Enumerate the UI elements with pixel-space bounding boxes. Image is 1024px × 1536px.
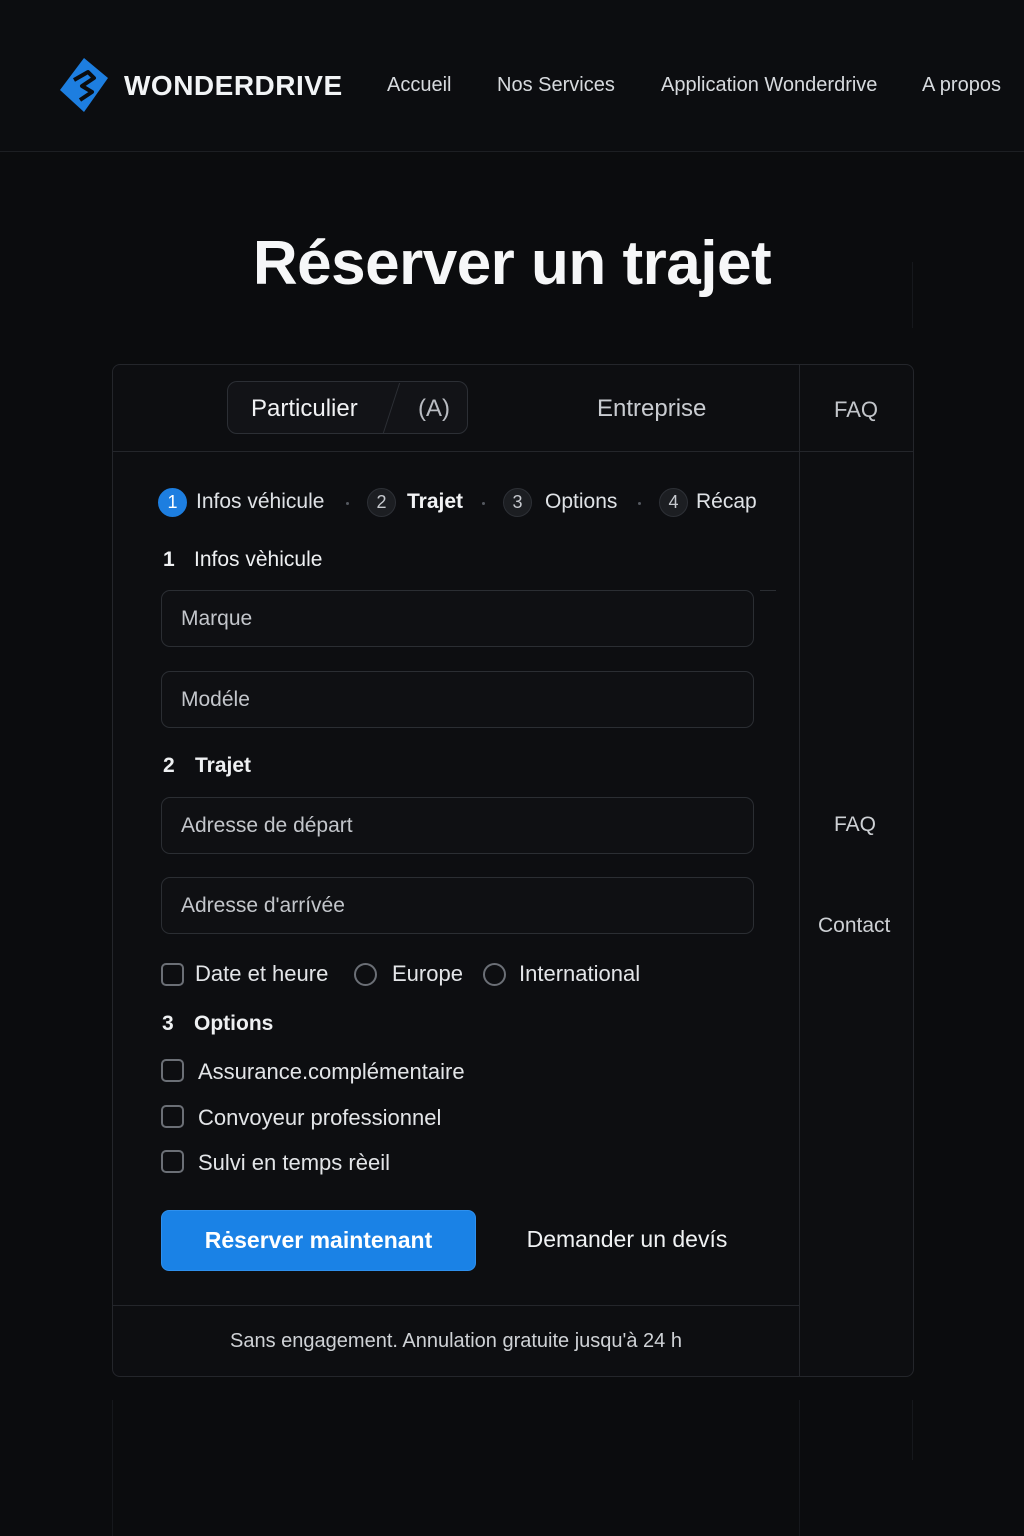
page-title: Réserver un trajet: [252, 229, 772, 298]
realtime-tracking-label[interactable]: Sulvi en temps rèeil: [198, 1150, 390, 1176]
decorative-line: [912, 262, 913, 328]
step-3-label[interactable]: Options: [545, 490, 617, 514]
tab-particulier[interactable]: Particulier: [251, 395, 358, 423]
section-vehicle-title: Infos vèhicule: [194, 548, 323, 571]
decorative-line: [799, 1400, 800, 1536]
nav-link-services[interactable]: Nos Services: [497, 74, 615, 97]
decorative-line: [112, 1400, 113, 1536]
realtime-tracking-checkbox[interactable]: [161, 1150, 184, 1173]
decorative-line: [912, 1400, 913, 1460]
sidebar-contact-link[interactable]: Contact: [818, 914, 890, 938]
professional-driver-label[interactable]: Convoyeur professionnel: [198, 1105, 441, 1131]
step-4-indicator[interactable]: 4: [659, 488, 688, 517]
card-footer-divider: [112, 1305, 800, 1306]
book-now-button[interactable]: Rėserver maintenant: [161, 1210, 476, 1271]
international-radio[interactable]: [483, 963, 506, 986]
tab-faq[interactable]: FAQ: [834, 397, 878, 423]
step-2-label[interactable]: Trajet: [407, 490, 463, 514]
step-separator: [638, 502, 641, 505]
professional-driver-checkbox[interactable]: [161, 1105, 184, 1128]
step-1-label[interactable]: Infos véhicule: [196, 490, 324, 514]
model-input[interactable]: [161, 671, 754, 728]
section-vehicle-number: 1: [163, 548, 175, 571]
arrival-address-input[interactable]: [161, 877, 754, 934]
brand-name[interactable]: WONDERDRIVE: [124, 70, 343, 102]
sidebar-faq-link[interactable]: FAQ: [834, 813, 876, 837]
step-separator: [346, 502, 349, 505]
insurance-label[interactable]: Assurance.complémentaire: [198, 1059, 465, 1085]
section-trip-number: 2: [163, 754, 175, 777]
step-separator: [482, 502, 485, 505]
card-header-divider: [112, 451, 914, 452]
step-4-label[interactable]: Récap: [696, 490, 757, 514]
departure-address-input[interactable]: [161, 797, 754, 854]
cancellation-note: Sans engagement. Annulation gratuite jus…: [230, 1330, 682, 1352]
request-quote-link[interactable]: Demander un devís: [510, 1226, 744, 1253]
international-label[interactable]: International: [519, 961, 640, 987]
tab-particulier-badge[interactable]: (A): [418, 395, 450, 423]
card-sidebar-divider: [799, 364, 800, 1377]
nav-link-a-propos[interactable]: A propos: [922, 74, 1001, 97]
date-time-checkbox[interactable]: [161, 963, 184, 986]
step-3-indicator[interactable]: 3: [503, 488, 532, 517]
nav-link-application[interactable]: Application Wonderdrive: [661, 74, 877, 97]
nav-link-accueil[interactable]: Accueil: [387, 74, 451, 97]
wonderdrive-logo-icon[interactable]: [58, 56, 110, 114]
section-options-title: Options: [194, 1012, 274, 1035]
insurance-checkbox[interactable]: [161, 1059, 184, 1082]
step-2-indicator[interactable]: 2: [367, 488, 396, 517]
date-time-label[interactable]: Date et heure: [195, 961, 328, 987]
brand-input[interactable]: [161, 590, 754, 647]
step-1-indicator[interactable]: 1: [158, 488, 187, 517]
section-options-number: 3: [162, 1012, 174, 1035]
section-trip-title: Trajet: [195, 754, 252, 777]
tab-entreprise[interactable]: Entreprise: [597, 395, 706, 423]
decorative-line: [760, 590, 776, 591]
europe-radio[interactable]: [354, 963, 377, 986]
europe-label[interactable]: Europe: [392, 961, 463, 987]
